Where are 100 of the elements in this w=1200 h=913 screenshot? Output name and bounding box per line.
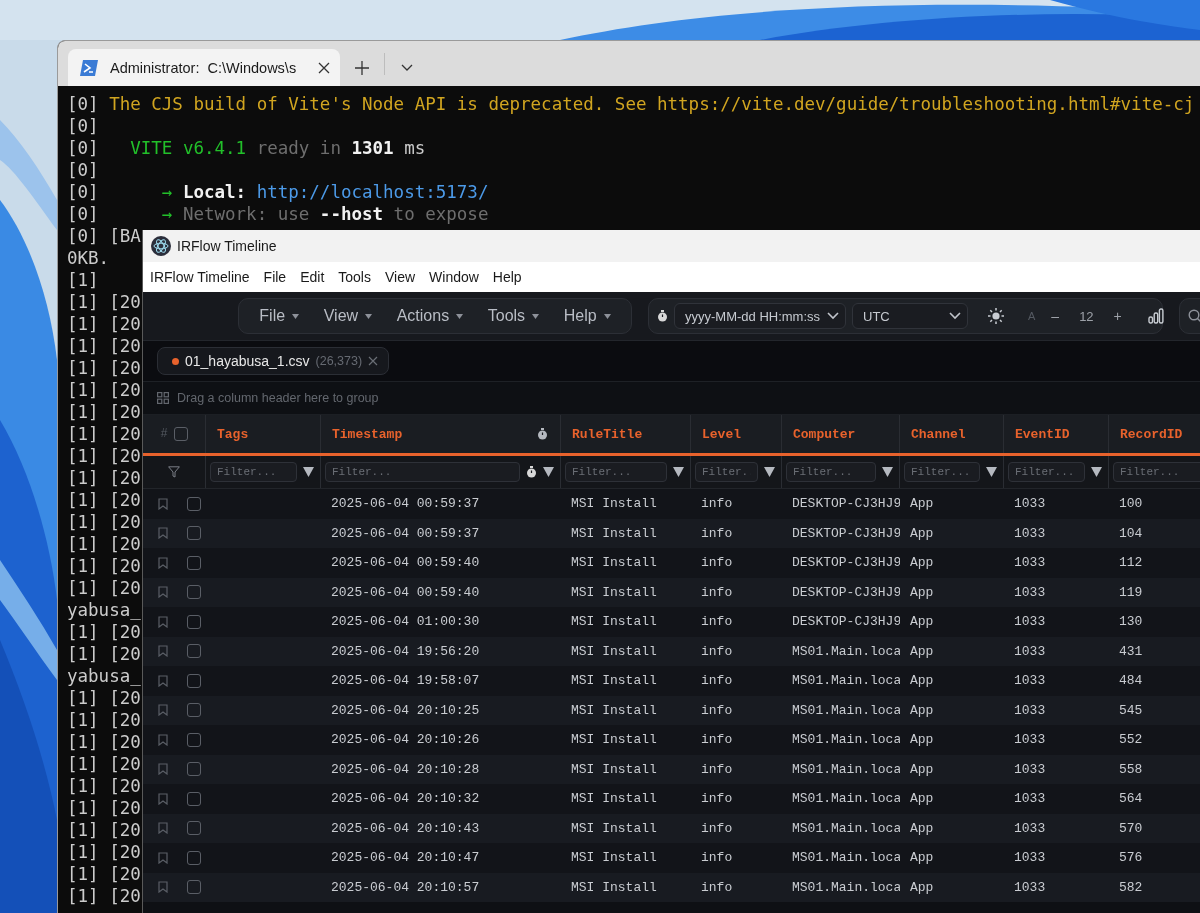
table-cell: App (910, 643, 934, 659)
menu-button[interactable]: Help (557, 303, 617, 329)
increase-font-button[interactable]: + (1107, 308, 1128, 324)
terminal-tab[interactable]: Administrator: C:\Windows\s (68, 49, 340, 86)
terminal-text: [20 (109, 754, 141, 776)
table-row[interactable]: 2025-06-04 20:10:26 MSI Install info MS01.Main.loca App 1033 552 (143, 725, 1200, 755)
menu-button[interactable]: File (253, 303, 306, 329)
terminal-text: [20 (109, 336, 141, 358)
table-cell: 582 (1119, 879, 1143, 895)
table-cell: 2025-06-04 20:10:28 (331, 761, 480, 777)
column-header[interactable]: RecordID (1120, 426, 1183, 442)
table-cell: MSI Install (571, 791, 657, 807)
table-row[interactable]: 2025-06-04 20:10:25 MSI Install info MS01.Main.loca App 1033 545 (143, 695, 1200, 725)
column-header[interactable]: EventID (1015, 426, 1070, 442)
filter-field[interactable]: Filter... (210, 462, 297, 482)
table-row[interactable]: 2025-06-04 20:10:43 MSI Install info MS01.Main.loca App 1033 570 (143, 813, 1200, 843)
filter-field[interactable]: Filter.. (695, 462, 758, 482)
column-header[interactable]: Channel (911, 426, 966, 442)
terminal-text: ms (404, 138, 426, 160)
table-row[interactable]: 2025-06-04 20:10:32 MSI Install info MS01.Main.loca App 1033 564 (143, 784, 1200, 814)
table-cell: 2025-06-04 00:59:37 (331, 496, 480, 512)
table-cell: MSI Install (571, 584, 657, 600)
table-row[interactable]: 2025-06-04 01:00:30 MSI Install info DESKTOP-CJ3HJ9 App 1033 130 (143, 607, 1200, 637)
table-cell: 570 (1119, 820, 1143, 836)
menu-item[interactable]: IRFlow Timeline (143, 269, 257, 285)
table-cell: info (701, 496, 733, 512)
table-cell: 1033 (1014, 496, 1046, 512)
line-prefix: [0] (67, 138, 99, 160)
filter-field[interactable]: Filter... (786, 462, 876, 482)
group-hint: Drag a column header here to group (177, 391, 379, 405)
table-cell: App (910, 614, 934, 630)
table-cell: 1033 (1014, 761, 1046, 777)
table-row[interactable]: 2025-06-04 20:10:57 MSI Install info MS01.Main.loca App 1033 582 (143, 872, 1200, 902)
table-cell: 431 (1119, 643, 1143, 659)
line-prefix: [1] (67, 798, 99, 820)
file-tab[interactable]: 01_hayabusa_1.csv (26,373) (157, 347, 390, 375)
menu-button[interactable]: Actions (390, 303, 470, 329)
line-prefix: [1] (67, 556, 99, 578)
terminal-text: [20 (109, 292, 141, 314)
menu-button[interactable]: Tools (481, 303, 546, 329)
date-format-select[interactable]: yyyy-MM-dd HH:mm:ss (674, 303, 846, 329)
terminal-text: The CJS build of Vite's Node API is deprecated. See https://vite.dev/guide/troubleshooting.html#vite-cj (109, 94, 1195, 116)
table-row[interactable]: 2025-06-04 20:10:28 MSI Install info MS01.Main.loca App 1033 558 (143, 754, 1200, 784)
table-row[interactable]: 2025-06-04 00:59:40 MSI Install info DESKTOP-CJ3HJ9 App 1033 112 (143, 548, 1200, 578)
file-name: 01_hayabusa_1.csv (185, 353, 310, 369)
filter-field[interactable]: Filter... (1008, 462, 1085, 482)
table-cell: App (910, 525, 934, 541)
table-cell: 2025-06-04 00:59:40 (331, 555, 480, 571)
table-row[interactable]: 2025-06-04 19:56:20 MSI Install info MS01.Main.loca App 1033 431 (143, 636, 1200, 666)
menu-item[interactable]: Window (422, 269, 486, 285)
table-cell: MS01.Main.loca (792, 879, 900, 895)
table-row[interactable]: 2025-06-04 19:58:07 MSI Install info MS01.Main.loca App 1033 484 (143, 666, 1200, 696)
column-header[interactable]: Computer (793, 426, 856, 442)
table-cell: 1033 (1014, 614, 1046, 630)
line-prefix: [1] (67, 490, 99, 512)
arrow-icon: → (161, 204, 173, 226)
line-prefix: [1] (67, 446, 99, 468)
decrease-font-button[interactable]: – (1045, 308, 1066, 324)
column-header[interactable]: Level (702, 426, 741, 442)
table-row[interactable]: 2025-06-04 20:10:47 MSI Install info MS01.Main.loca App 1033 576 (143, 843, 1200, 873)
table-cell: App (910, 584, 934, 600)
url-link[interactable]: http://localhost:5173/ (256, 182, 489, 204)
terminal-text: Local: (182, 182, 247, 204)
table-cell: MSI Install (571, 732, 657, 748)
line-prefix: [1] (67, 424, 99, 446)
terminal-text: [20 (109, 468, 141, 490)
menu-button[interactable]: View (317, 303, 379, 329)
menu-item[interactable]: File (256, 269, 294, 285)
table-cell: DESKTOP-CJ3HJ9 (792, 525, 900, 541)
table-row[interactable]: 2025-06-04 00:59:40 MSI Install info DESKTOP-CJ3HJ9 App 1033 119 (143, 577, 1200, 607)
table-cell: 2025-06-04 00:59:40 (331, 584, 480, 600)
filter-field[interactable]: Filter... (904, 462, 980, 482)
menu-item[interactable]: View (377, 269, 423, 285)
column-header[interactable]: RuleTitle (572, 426, 643, 442)
column-header[interactable]: Tags (217, 426, 249, 442)
menu-item[interactable]: Tools (331, 269, 378, 285)
terminal-text: [20 (109, 842, 141, 864)
filter-field[interactable]: Filter... (1113, 462, 1200, 482)
table-cell: 552 (1119, 732, 1143, 748)
filter-field[interactable]: Filter... (565, 462, 667, 482)
line-prefix: [1] (67, 754, 99, 776)
table-cell: 2025-06-04 19:56:20 (331, 643, 480, 659)
terminal-text: yabusa_ (67, 666, 141, 688)
terminal-text: ready in (256, 138, 341, 160)
line-prefix: [1] (67, 842, 99, 864)
table-cell: 1033 (1014, 791, 1046, 807)
terminal-text: --host (319, 204, 384, 226)
table-cell: 545 (1119, 702, 1143, 718)
table-cell: MSI Install (571, 496, 657, 512)
menu-item[interactable]: Help (485, 269, 529, 285)
timezone-select[interactable]: UTC (852, 303, 968, 329)
table-row[interactable]: 2025-06-04 00:59:37 MSI Install info DESKTOP-CJ3HJ9 App 1033 104 (143, 518, 1200, 548)
column-header[interactable]: Timestamp (332, 426, 403, 442)
filter-field[interactable]: Filter... (325, 462, 520, 482)
table-cell: info (701, 761, 733, 777)
menu-item[interactable]: Edit (293, 269, 332, 285)
table-cell: MS01.Main.loca (792, 673, 900, 689)
table-cell: 1033 (1014, 584, 1046, 600)
table-row[interactable]: 2025-06-04 00:59:37 MSI Install info DESKTOP-CJ3HJ9 App 1033 100 (143, 489, 1200, 519)
table-cell: 2025-06-04 20:10:26 (331, 732, 480, 748)
